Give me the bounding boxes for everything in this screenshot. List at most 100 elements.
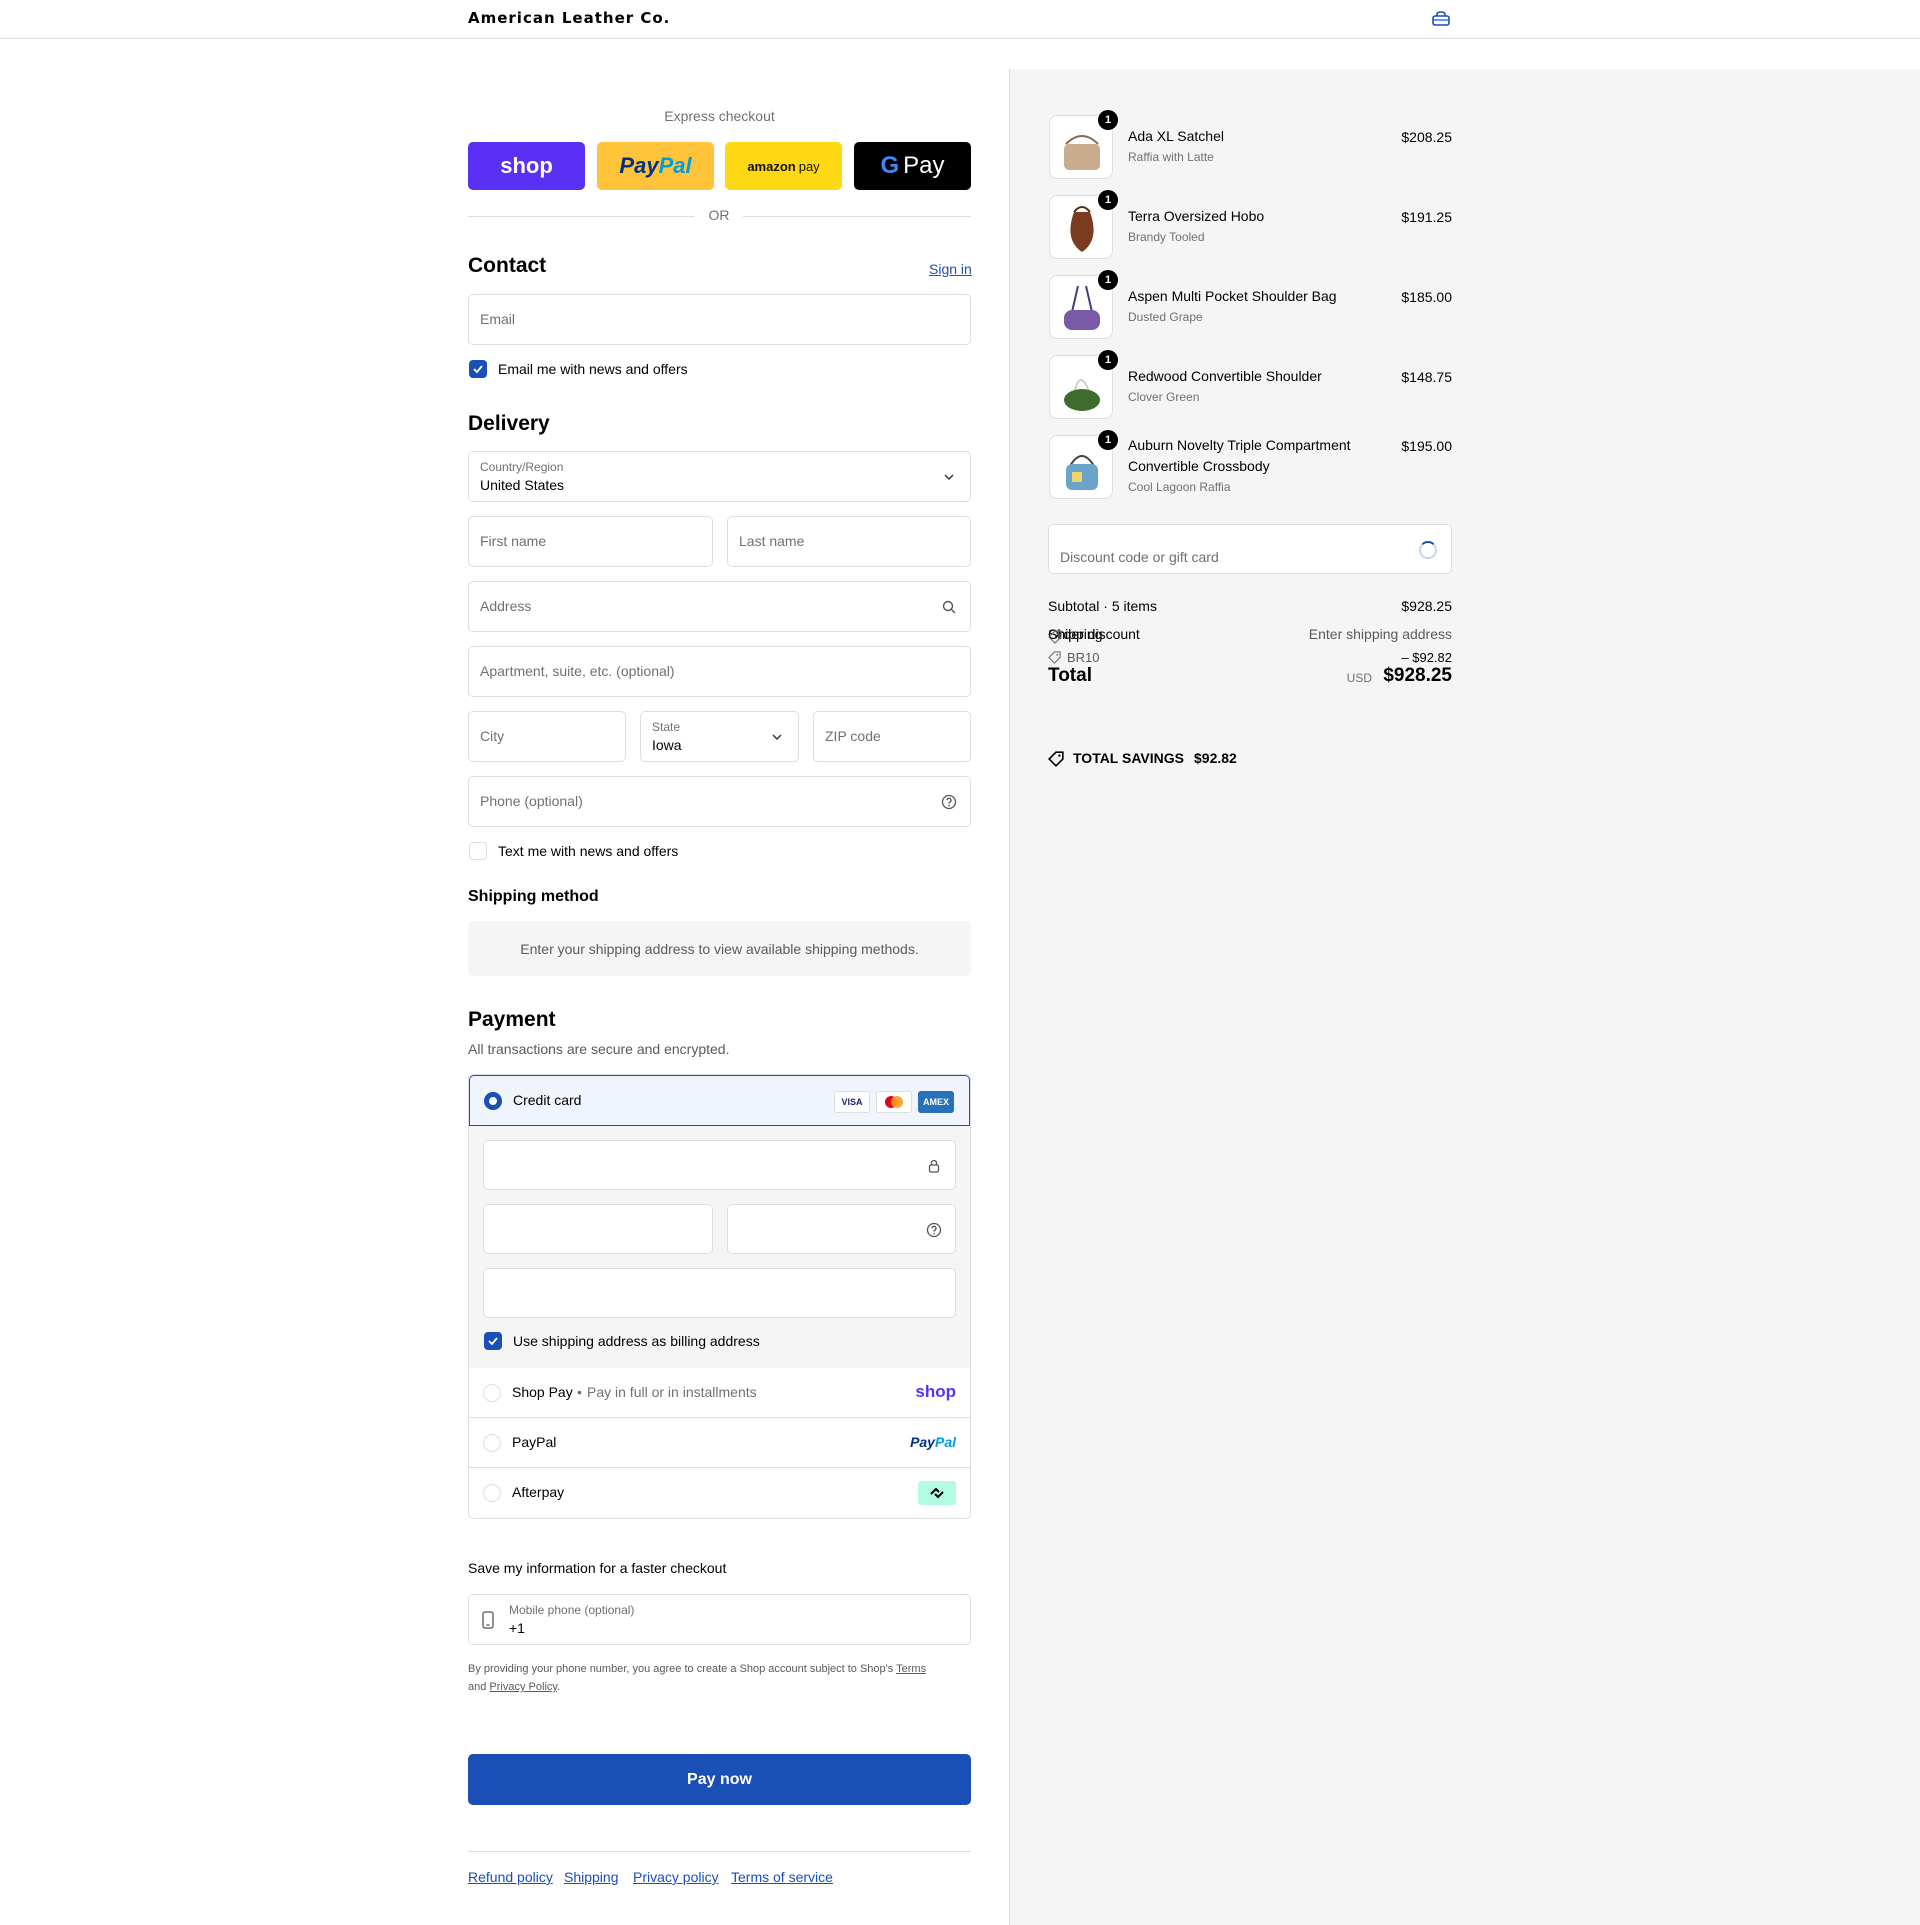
paypal-button[interactable]: Pay Pal	[597, 142, 714, 190]
currency-code: USD	[1346, 671, 1372, 685]
quantity-badge: 1	[1098, 270, 1118, 290]
address-field[interactable]: Address	[468, 581, 971, 632]
product-variant: Raffia with Latte	[1128, 150, 1214, 164]
phone-field[interactable]: Phone (optional)	[468, 776, 971, 827]
paypal-logo-pal: Pal	[934, 1434, 956, 1450]
subtotal-row: Subtotal · 5 items $928.25	[1048, 598, 1452, 614]
terms-of-service-link[interactable]: Terms of service	[731, 1869, 833, 1885]
shipping-value: Enter shipping address	[1308, 626, 1452, 642]
amazon-pay-text: pay	[798, 158, 820, 174]
afterpay-radio[interactable]	[483, 1484, 501, 1502]
country-select[interactable]: Country/Region United States	[468, 451, 971, 502]
shop-terms-link[interactable]: Terms	[896, 1663, 926, 1675]
brand-logo[interactable]: American Leather Co.	[468, 9, 670, 27]
total-savings-value: $92.82	[1194, 750, 1237, 766]
billing-address-checkbox[interactable]	[484, 1332, 502, 1350]
privacy-policy-link[interactable]: Privacy policy	[633, 1869, 719, 1885]
delivery-heading: Delivery	[468, 412, 550, 435]
email-news-label: Email me with news and offers	[498, 361, 688, 377]
legal-text-period: .	[557, 1681, 561, 1693]
mobile-phone-value: +1	[509, 1620, 525, 1636]
text-news-label: Text me with news and offers	[498, 843, 679, 859]
chevron-down-icon	[944, 474, 954, 481]
security-code-field[interactable]	[727, 1204, 956, 1254]
billing-address-label: Use shipping address as billing address	[513, 1333, 760, 1349]
amex-icon: AMEX	[918, 1091, 954, 1113]
help-icon[interactable]	[926, 1222, 942, 1238]
payment-heading: Payment	[468, 1008, 556, 1031]
paypal-radio[interactable]	[483, 1434, 501, 1452]
product-variant: Cool Lagoon Raffia	[1128, 480, 1231, 494]
expiration-date-field[interactable]	[483, 1204, 713, 1254]
zip-field[interactable]: ZIP code	[813, 711, 971, 762]
paypal-logo-pal: Pal	[658, 153, 692, 178]
refund-policy-link[interactable]: Refund policy	[468, 1869, 553, 1885]
email-news-checkbox-row[interactable]: Email me with news and offers	[469, 360, 688, 378]
country-value: United States	[480, 477, 565, 493]
first-name-placeholder: First name	[480, 533, 547, 549]
total-row: Total $928.25 USD	[1048, 663, 1452, 689]
sign-in-link[interactable]: Sign in	[929, 261, 972, 277]
city-field[interactable]: City	[468, 711, 626, 762]
text-news-checkbox[interactable]	[469, 842, 487, 860]
first-name-field[interactable]: First name	[468, 516, 713, 567]
amazon-pay-button[interactable]: amazon pay	[725, 142, 842, 190]
name-on-card-field[interactable]	[483, 1268, 956, 1318]
footer-divider	[468, 1851, 971, 1852]
product-name: Auburn Novelty Triple Compartment Conver…	[1128, 437, 1351, 474]
shop-pay-sublabel: Pay in full or in installments	[587, 1384, 757, 1400]
email-placeholder: Email	[480, 311, 516, 327]
contact-heading: Contact	[468, 254, 547, 277]
visa-icon: VISA	[834, 1091, 870, 1113]
google-pay-button[interactable]: G Pay	[854, 142, 971, 190]
discount-code-placeholder: Discount code or gift card	[1060, 549, 1219, 565]
shopping-bag-icon[interactable]	[1431, 11, 1451, 27]
total-savings-label: TOTAL SAVINGS	[1073, 750, 1184, 766]
legal-text-part: By providing your phone number, you agre…	[468, 1663, 894, 1675]
shop-privacy-link[interactable]: Privacy Policy	[489, 1681, 557, 1693]
total-label: Total	[1048, 665, 1092, 686]
shop-pay-radio[interactable]	[483, 1384, 501, 1402]
product-name: Aspen Multi Pocket Shoulder Bag	[1128, 288, 1337, 304]
state-select[interactable]: State Iowa	[640, 711, 799, 762]
help-icon[interactable]	[941, 794, 957, 810]
credit-card-option[interactable]: Credit card VISA AMEX	[469, 1075, 970, 1126]
paypal-label: PayPal	[512, 1434, 557, 1450]
order-summary-panel	[1009, 69, 1920, 1925]
shipping-method-heading: Shipping method	[468, 888, 599, 905]
shipping-policy-link[interactable]: Shipping	[564, 1869, 619, 1885]
afterpay-option[interactable]: Afterpay	[469, 1468, 970, 1518]
card-number-field[interactable]	[483, 1140, 956, 1190]
discount-code-field[interactable]: Discount code or gift card	[1048, 524, 1452, 574]
apartment-field[interactable]: Apartment, suite, etc. (optional)	[468, 646, 971, 697]
site-header: American Leather Co.	[0, 0, 1920, 39]
shop-pay-logo: shop	[915, 1382, 956, 1401]
product-name: Redwood Convertible Shoulder	[1128, 368, 1322, 384]
billing-address-checkbox-row[interactable]: Use shipping address as billing address	[484, 1332, 760, 1350]
paypal-logo: PayPal	[910, 1434, 956, 1450]
last-name-field[interactable]: Last name	[727, 516, 971, 567]
credit-card-radio[interactable]	[484, 1092, 502, 1110]
pay-now-button[interactable]: Pay now	[468, 1754, 971, 1805]
email-news-checkbox[interactable]	[469, 360, 487, 378]
save-info-heading: Save my information for a faster checkou…	[468, 1560, 727, 1576]
price-tag-icon	[1048, 751, 1064, 767]
quantity-badge: 1	[1098, 110, 1118, 130]
paypal-option[interactable]: PayPal PayPal	[469, 1418, 970, 1468]
zip-placeholder: ZIP code	[825, 728, 881, 744]
product-price: $148.75	[1401, 369, 1452, 385]
address-placeholder: Address	[480, 598, 532, 614]
express-checkout-label: Express checkout	[664, 108, 775, 124]
shop-pay-button[interactable]: shop	[468, 142, 585, 190]
check-icon	[473, 365, 483, 374]
email-field[interactable]: Email	[468, 294, 971, 345]
product-price: $191.25	[1401, 209, 1452, 225]
bullet-separator: •	[577, 1384, 582, 1400]
quantity-badge: 1	[1098, 350, 1118, 370]
search-icon	[942, 600, 956, 614]
shop-legal-text: By providing your phone number, you agre…	[468, 1660, 971, 1696]
mobile-phone-field[interactable]: Mobile phone (optional) +1	[468, 1594, 971, 1645]
text-news-checkbox-row[interactable]: Text me with news and offers	[469, 842, 678, 860]
product-variant: Dusted Grape	[1128, 310, 1203, 324]
shop-pay-option[interactable]: Shop Pay • Pay in full or in installment…	[469, 1368, 970, 1418]
